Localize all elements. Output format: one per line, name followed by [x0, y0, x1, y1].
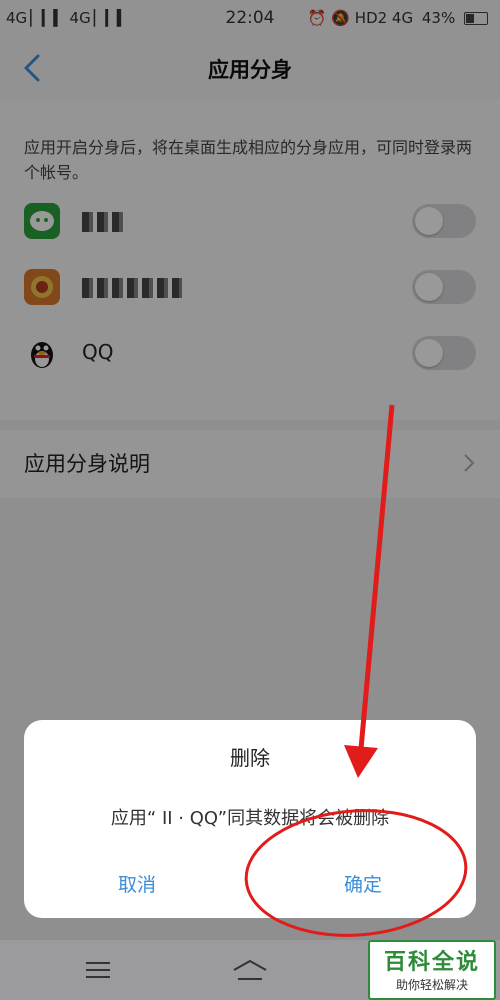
watermark-subtitle: 助你轻松解决 — [395, 978, 468, 992]
watermark-logo: 百科全说 助你轻松解决 — [368, 940, 496, 1000]
dialog-message: 应用“ II · QQ”同其数据将会被删除 — [110, 808, 390, 829]
dialog-title: 删除 — [230, 746, 270, 770]
confirm-button[interactable]: 确定 — [250, 870, 476, 897]
menu-icon[interactable] — [86, 960, 110, 980]
delete-dialog: 删除 应用“ II · QQ”同其数据将会被删除 取消 确定 — [24, 720, 476, 918]
home-icon[interactable] — [232, 958, 268, 982]
watermark-title: 百科全说 — [383, 950, 480, 975]
cancel-button[interactable]: 取消 — [24, 870, 250, 897]
